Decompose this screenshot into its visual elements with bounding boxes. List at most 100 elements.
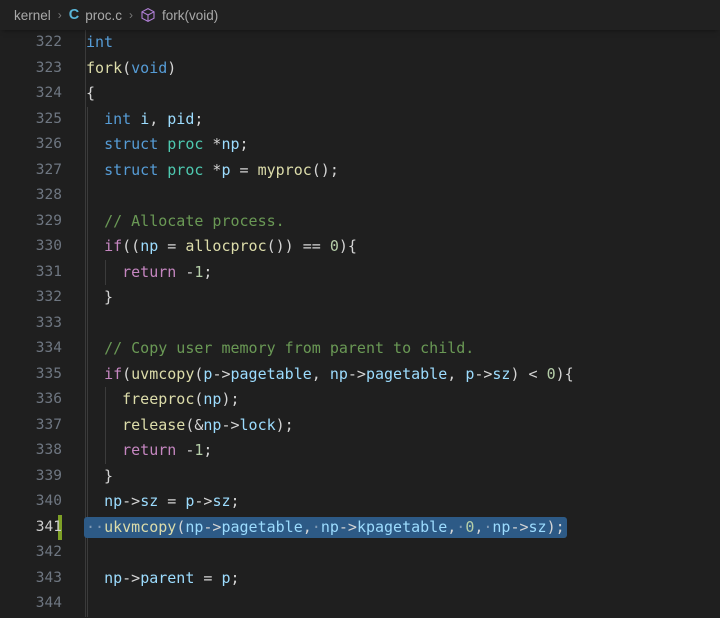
code-line[interactable]: 339 } — [0, 463, 720, 489]
token-punc: = — [158, 237, 186, 255]
line-number: 336 — [35, 391, 62, 407]
code-line[interactable]: 323 fork(void) — [0, 55, 720, 81]
token-ws: · — [456, 517, 466, 536]
code-line-text: ··ukvmcopy(np->pagetable,·np->kpagetable… — [84, 515, 567, 541]
token-var: pid — [167, 109, 195, 128]
code-line[interactable]: 342 — [0, 540, 720, 566]
token-punc: , — [311, 364, 330, 383]
code-line[interactable]: 327 struct proc *p = myproc(); — [0, 157, 720, 183]
code-line[interactable]: 328 — [0, 183, 720, 209]
token-punc: ) < — [510, 364, 547, 383]
token-punc: , — [447, 517, 457, 536]
chevron-right-icon: › — [129, 8, 134, 22]
code-tokens: fork(void) — [86, 59, 176, 77]
token-punc: (); — [311, 160, 339, 179]
token-punc: -> — [510, 517, 529, 536]
token-prop: sz — [212, 492, 231, 510]
token-kw: struct — [104, 135, 159, 153]
line-number: 335 — [35, 365, 62, 382]
selected-text[interactable]: ··ukvmcopy(np->pagetable,·np->kpagetable… — [84, 516, 567, 538]
code-tokens: np->sz = p->sz; — [86, 492, 239, 510]
line-number: 334 — [35, 340, 62, 356]
line-number: 328 — [35, 187, 62, 203]
token-punc: -> — [212, 364, 231, 383]
code-tokens: if(uvmcopy(p->pagetable, np->pagetable, … — [86, 365, 574, 383]
code-tokens: int — [86, 33, 113, 51]
code-tokens: { — [86, 84, 95, 102]
code-tokens: } — [86, 288, 113, 306]
code-line[interactable]: 334 // Copy user memory from parent to c… — [0, 336, 720, 362]
token-punc — [158, 135, 167, 153]
token-punc: -> — [194, 492, 213, 510]
code-line-text: release(&np->lock); — [86, 413, 294, 439]
token-punc: } — [86, 288, 114, 306]
code-line[interactable]: 333 — [0, 310, 720, 336]
code-line-text: struct proc *np; — [86, 132, 249, 158]
token-punc: ){ — [338, 237, 357, 255]
token-var: i — [140, 109, 150, 128]
token-prop: sz — [492, 364, 511, 383]
token-punc: ( — [176, 517, 186, 536]
token-prop: pagetable — [365, 364, 448, 383]
code-line[interactable]: 322 int — [0, 30, 720, 56]
token-punc: * — [203, 160, 222, 179]
token-punc: ) — [167, 58, 177, 77]
code-line[interactable]: 340 np->sz = p->sz; — [0, 489, 720, 515]
token-ws: ·· — [86, 517, 105, 536]
code-line[interactable]: 331 return -1; — [0, 259, 720, 286]
code-line-text: { — [86, 81, 95, 107]
code-line-text: return -1; — [86, 438, 212, 464]
code-tokens: np->parent = p; — [86, 568, 240, 587]
code-tokens: struct proc *p = myproc(); — [86, 161, 339, 179]
token-fn: freeproc — [122, 390, 195, 408]
code-line[interactable]: 344 — [0, 591, 720, 617]
code-tokens: struct proc *np; — [86, 135, 249, 153]
symbol-method-cube-icon — [140, 7, 156, 23]
line-number: 341 — [35, 518, 62, 535]
code-line[interactable]: 329 // Allocate process. — [0, 208, 720, 235]
token-punc: ( — [122, 58, 132, 77]
code-line[interactable]: 335 if(uvmcopy(p->pagetable, np->pagetab… — [0, 361, 720, 388]
token-punc: -> — [221, 415, 240, 434]
code-line[interactable]: 336 freeproc(np); — [0, 387, 720, 413]
code-line[interactable]: 326 struct proc *np; — [0, 132, 720, 158]
token-ws: · — [311, 517, 321, 536]
line-number: 337 — [35, 416, 62, 433]
token-var: p — [221, 568, 231, 587]
code-line[interactable]: 332 } — [0, 285, 720, 311]
token-var: np — [329, 364, 348, 383]
code-line[interactable]: 325 int i, pid; — [0, 106, 720, 132]
token-fn: ukvmcopy — [104, 517, 177, 536]
token-punc — [131, 110, 140, 128]
code-line[interactable]: 341 ··ukvmcopy(np->pagetable,·np->kpageta… — [0, 514, 720, 541]
breadcrumb-item-label: fork(void) — [162, 7, 219, 23]
token-var: np — [221, 135, 240, 153]
code-line-text: // Allocate process. — [86, 209, 285, 235]
line-number: 329 — [35, 212, 62, 229]
line-number: 340 — [35, 493, 62, 509]
breadcrumb-item-kernel[interactable]: kernel — [14, 8, 51, 23]
breadcrumb-item-proc-c[interactable]: C proc.c — [69, 8, 122, 23]
code-tokens: if((np = allocproc()) == 0){ — [86, 237, 357, 255]
token-ctrl: if — [104, 364, 123, 383]
token-punc — [86, 135, 104, 153]
token-punc: ); — [221, 390, 240, 408]
code-line[interactable]: 337 release(&np->lock); — [0, 412, 720, 439]
token-punc: - — [176, 441, 195, 459]
code-line[interactable]: 338 return -1; — [0, 438, 720, 464]
token-kw: int — [86, 33, 114, 51]
code-line[interactable]: 324 { — [0, 81, 720, 107]
line-number: 333 — [35, 314, 62, 331]
breadcrumb-item-fork-symbol[interactable]: fork(void) — [140, 7, 218, 23]
token-cmt: // Allocate process. — [104, 211, 285, 230]
code-tokens: } — [86, 467, 113, 485]
code-line[interactable]: 330 if((np = allocproc()) == 0){ — [0, 234, 720, 260]
code-editor[interactable]: 322 int 323 fork(void) 324{325 int i, pid; 32… — [0, 30, 720, 618]
code-line-text: if(uvmcopy(p->pagetable, np->pagetable, … — [86, 362, 574, 388]
token-num: 0 — [329, 237, 339, 255]
token-punc: ; — [230, 568, 240, 587]
code-line[interactable]: 343 np->parent = p; — [0, 565, 720, 591]
c-file-icon: C — [68, 6, 80, 23]
code-line-text: return -1; — [86, 260, 212, 286]
line-number: 323 — [35, 59, 62, 76]
